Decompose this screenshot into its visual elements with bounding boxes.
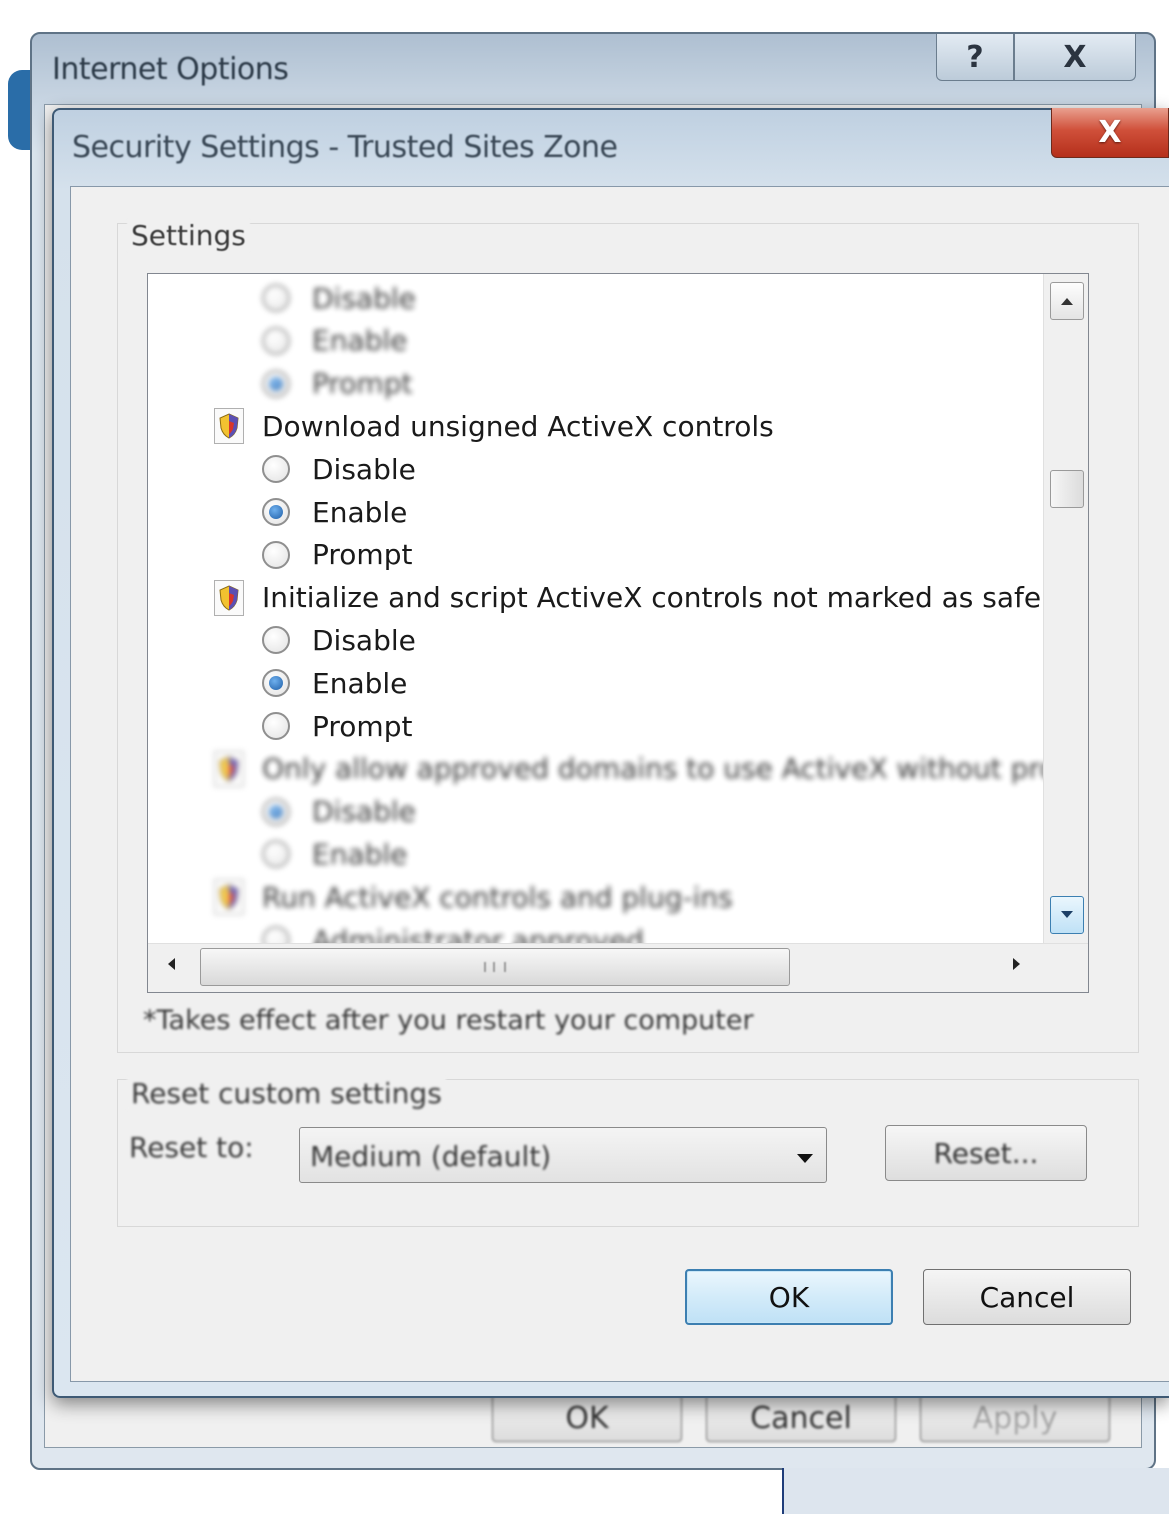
dialog-body: Settings Disable Enable Prompt Download uns…	[70, 186, 1169, 1382]
radio-option[interactable]: Disable	[262, 277, 416, 319]
horizontal-scroll-thumb[interactable]	[200, 948, 790, 986]
setting-label: Initialize and script ActiveX controls n…	[262, 581, 1044, 615]
settings-tree-list: Disable Enable Prompt Download unsigned Act…	[148, 274, 1044, 944]
settings-tree[interactable]: Disable Enable Prompt Download unsigned Act…	[147, 273, 1089, 993]
radio-option[interactable]: Enable	[262, 833, 407, 875]
radio-button[interactable]	[262, 626, 290, 655]
option-label: Disable	[312, 281, 416, 315]
grip-icon	[484, 962, 506, 972]
radio-button-checked[interactable]	[262, 669, 290, 698]
radio-button-checked[interactable]	[262, 369, 290, 398]
radio-option[interactable]: Disable	[262, 791, 416, 833]
dialog-close-button[interactable]: X	[1051, 108, 1169, 158]
option-label: Prompt	[312, 709, 413, 743]
shield-icon	[214, 750, 244, 787]
scroll-right-button[interactable]	[1012, 956, 1022, 975]
radio-option[interactable]: Disable	[262, 448, 416, 490]
radio-option[interactable]: Prompt	[262, 534, 412, 576]
internet-options-apply-button[interactable]: Apply	[920, 1394, 1110, 1442]
radio-button[interactable]	[262, 926, 290, 944]
help-button[interactable]: ?	[936, 34, 1014, 81]
radio-button[interactable]	[262, 840, 290, 869]
ok-button[interactable]: OK	[685, 1269, 893, 1325]
radio-option[interactable]: Enable	[262, 662, 407, 704]
option-label: Prompt	[312, 367, 413, 401]
radio-button[interactable]	[262, 455, 290, 484]
setting-item: Only allow approved domains to use Activ…	[214, 748, 1044, 790]
option-label: Disable	[312, 795, 416, 829]
option-label: Enable	[312, 837, 408, 871]
dialog-title: Security Settings - Trusted Sites Zone	[72, 130, 618, 165]
option-label: Administrator approved	[312, 923, 645, 945]
reset-button[interactable]: Reset...	[885, 1125, 1087, 1181]
chevron-right-icon	[1013, 958, 1020, 970]
security-settings-dialog: Security Settings - Trusted Sites Zone X…	[52, 108, 1169, 1398]
chevron-left-icon	[168, 958, 175, 970]
reset-to-label: Reset to:	[129, 1131, 254, 1164]
taskbar-strip	[782, 1468, 1169, 1514]
internet-options-caption-buttons: ? X	[936, 34, 1136, 82]
radio-option[interactable]: Enable	[262, 491, 407, 533]
radio-button-checked[interactable]	[262, 797, 290, 826]
shield-icon	[214, 579, 244, 616]
shield-icon	[214, 879, 244, 916]
vertical-scroll-thumb[interactable]	[1050, 470, 1084, 508]
option-label: Disable	[312, 623, 416, 657]
reset-group-label: Reset custom settings	[127, 1077, 446, 1110]
scroll-down-button[interactable]	[1050, 896, 1084, 934]
radio-button[interactable]	[262, 540, 290, 569]
option-label: Enable	[312, 666, 408, 700]
radio-button[interactable]	[262, 326, 290, 355]
shield-icon	[214, 408, 244, 445]
horizontal-scrollbar[interactable]	[148, 943, 1088, 992]
reset-level-select[interactable]: Medium (default)	[299, 1127, 827, 1183]
restart-note: *Takes effect after you restart your com…	[143, 1005, 754, 1036]
dropdown-arrow-icon	[796, 1146, 814, 1170]
radio-option[interactable]: Prompt	[262, 705, 412, 747]
radio-button[interactable]	[262, 284, 290, 312]
radio-option[interactable]: Prompt	[262, 363, 412, 405]
option-label: Disable	[312, 452, 416, 486]
settings-label: Settings	[127, 219, 250, 252]
internet-options-ok-button[interactable]: OK	[492, 1394, 682, 1442]
scroll-up-button[interactable]	[1050, 282, 1084, 320]
setting-item: Download unsigned ActiveX controls	[214, 405, 774, 447]
option-label: Enable	[312, 324, 408, 358]
reset-button-label: Reset...	[933, 1136, 1039, 1170]
radio-button-checked[interactable]	[262, 498, 290, 526]
internet-options-cancel-button[interactable]: Cancel	[706, 1394, 896, 1442]
internet-options-close-button[interactable]: X	[1014, 34, 1136, 81]
setting-label: Run ActiveX controls and plug-ins	[262, 880, 733, 914]
radio-option[interactable]: Disable	[262, 619, 416, 661]
cancel-button[interactable]: Cancel	[923, 1269, 1131, 1325]
radio-button[interactable]	[262, 712, 290, 740]
radio-option[interactable]: Administrator approved	[262, 919, 644, 944]
setting-label: Only allow approved domains to use Activ…	[262, 752, 1044, 786]
setting-label: Download unsigned ActiveX controls	[262, 409, 774, 443]
setting-item: Initialize and script ActiveX controls n…	[214, 577, 1044, 619]
vertical-scrollbar[interactable]	[1043, 274, 1088, 944]
internet-options-buttons: OK Cancel Apply	[492, 1394, 1110, 1442]
scroll-left-button[interactable]	[166, 956, 176, 975]
chevron-up-icon	[1061, 298, 1073, 305]
chevron-down-icon	[1061, 911, 1073, 918]
reset-level-value: Medium (default)	[310, 1140, 552, 1173]
radio-option[interactable]: Enable	[262, 320, 407, 362]
option-label: Enable	[312, 495, 408, 529]
internet-options-title: Internet Options	[52, 52, 289, 87]
setting-item: Run ActiveX controls and plug-ins	[214, 876, 733, 918]
option-label: Prompt	[312, 538, 413, 572]
